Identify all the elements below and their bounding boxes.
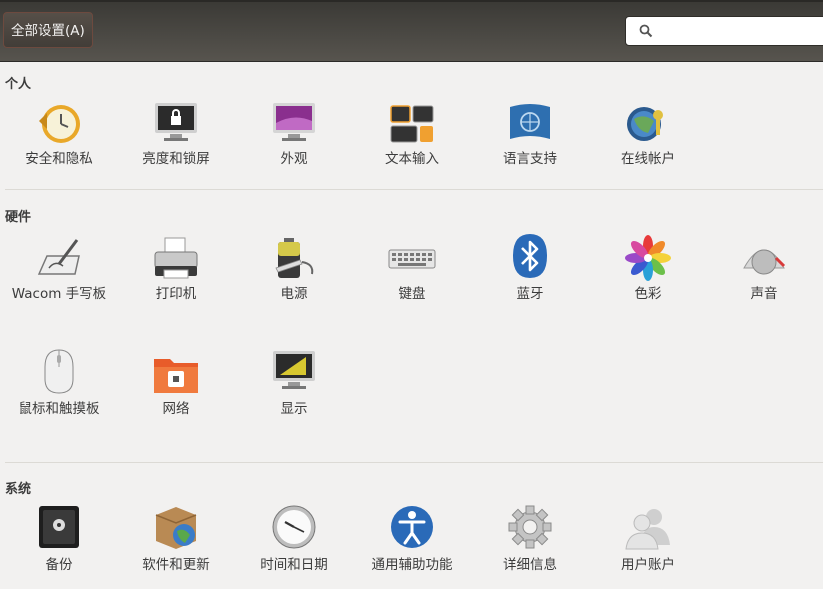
- search-icon: [639, 24, 653, 38]
- sound-icon: [743, 249, 786, 275]
- color-icon: [625, 235, 671, 281]
- search-input[interactable]: [660, 21, 823, 43]
- section-title-personal: 个人: [5, 77, 32, 92]
- software-updates-icon: [155, 507, 197, 549]
- item-label: Wacom 手写板: [11, 286, 107, 302]
- item-sound[interactable]: 声音: [705, 228, 823, 308]
- item-bluetooth[interactable]: 蓝牙: [471, 228, 589, 308]
- item-universal-access[interactable]: 通用辅助功能: [353, 500, 471, 580]
- item-backup[interactable]: 备份: [0, 500, 118, 580]
- printer-icon: [154, 237, 198, 279]
- power-icon: [275, 238, 314, 278]
- item-brightness-lock[interactable]: 亮度和锁屏: [117, 95, 235, 175]
- bluetooth-icon: [513, 234, 547, 278]
- brightness-lock-icon: [155, 103, 197, 141]
- item-label: 键盘: [398, 286, 426, 302]
- item-label: 亮度和锁屏: [142, 151, 210, 167]
- item-printer[interactable]: 打印机: [117, 228, 235, 308]
- backup-icon: [39, 506, 79, 548]
- item-software-updates[interactable]: 软件和更新: [117, 500, 235, 580]
- item-label: 用户账户: [621, 557, 675, 573]
- item-label: 色彩: [634, 286, 662, 302]
- search-field[interactable]: [625, 16, 823, 46]
- language-support-icon: [510, 104, 550, 139]
- toolbar-edge: [0, 0, 823, 2]
- item-keyboard[interactable]: 键盘: [353, 228, 471, 308]
- item-display[interactable]: 显示: [235, 345, 353, 425]
- item-online-accounts[interactable]: 在线帐户: [589, 95, 707, 175]
- wacom-tablet-icon: [37, 239, 80, 275]
- item-security-privacy[interactable]: 安全和隐私: [0, 95, 118, 175]
- section-divider: [5, 189, 823, 190]
- item-language-support[interactable]: 语言支持: [471, 95, 589, 175]
- section-divider: [5, 462, 823, 463]
- text-entry-icon: [390, 105, 434, 143]
- item-details[interactable]: 详细信息: [471, 500, 589, 580]
- item-label: 语言支持: [503, 151, 557, 167]
- item-appearance[interactable]: 外观: [235, 95, 353, 175]
- item-label: 显示: [280, 401, 308, 417]
- item-label: 网络: [162, 401, 190, 417]
- all-settings-button[interactable]: 全部设置(A): [3, 12, 93, 48]
- details-icon: [508, 505, 552, 549]
- toolbar: 全部设置(A): [0, 0, 823, 62]
- display-icon: [273, 351, 315, 389]
- item-network[interactable]: 网络: [117, 345, 235, 425]
- item-color[interactable]: 色彩: [589, 228, 707, 308]
- item-label: 时间和日期: [260, 557, 328, 573]
- keyboard-icon: [388, 249, 436, 269]
- item-label: 通用辅助功能: [371, 557, 453, 573]
- item-wacom-tablet[interactable]: Wacom 手写板: [0, 228, 118, 328]
- universal-access-icon: [391, 506, 433, 548]
- item-label: 备份: [45, 557, 73, 573]
- item-mouse-touchpad[interactable]: 鼠标和触摸板: [0, 345, 118, 425]
- item-power[interactable]: 电源: [235, 228, 353, 308]
- appearance-icon: [273, 103, 315, 141]
- item-label: 蓝牙: [516, 286, 544, 302]
- network-icon: [154, 359, 198, 393]
- item-label: 安全和隐私: [25, 151, 93, 167]
- item-label: 软件和更新: [142, 557, 210, 573]
- user-accounts-icon: [625, 509, 670, 550]
- item-time-date[interactable]: 时间和日期: [235, 500, 353, 580]
- item-label: 电源: [280, 286, 308, 302]
- security-privacy-icon: [39, 105, 80, 143]
- item-label: 打印机: [155, 286, 197, 302]
- time-date-icon: [272, 505, 316, 549]
- item-label: 详细信息: [503, 557, 557, 573]
- item-label: 外观: [280, 151, 308, 167]
- item-label: 在线帐户: [621, 151, 675, 167]
- item-text-entry[interactable]: 文本输入: [353, 95, 471, 175]
- item-label: 鼠标和触摸板: [18, 401, 100, 417]
- item-label: 文本输入: [385, 151, 439, 167]
- online-accounts-icon: [627, 107, 663, 141]
- item-user-accounts[interactable]: 用户账户: [589, 500, 707, 580]
- item-label: 声音: [750, 286, 778, 302]
- mouse-touchpad-icon: [44, 349, 74, 394]
- section-title-hardware: 硬件: [5, 210, 32, 225]
- section-title-system: 系统: [5, 482, 32, 497]
